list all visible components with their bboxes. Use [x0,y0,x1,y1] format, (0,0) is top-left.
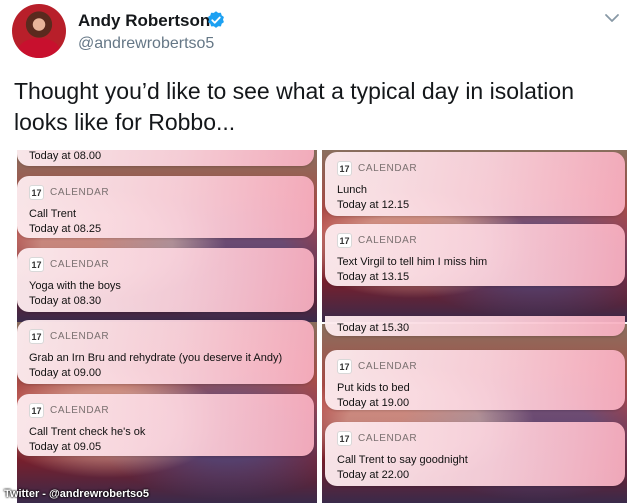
card-app-label: CALENDAR [358,163,418,174]
card-time: Today at 22.00 [337,469,410,481]
card-app-label: CALENDAR [50,331,110,342]
panel-divider-vertical [317,150,322,503]
notification-card: 17 CALENDAR Call Trent Today at 08.25 [17,176,314,238]
card-title: Call Trent check he's ok [29,426,146,438]
display-name[interactable]: Andy Robertson [78,11,210,31]
chevron-down-icon[interactable] [604,12,620,24]
card-title: Call Trent to say goodnight [337,454,468,466]
notification-card: 17 CALENDAR Grab an Irn Bru and rehydrate… [17,320,314,384]
notification-card: 17 CALENDAR Text Virgil to tell him I mis… [325,224,625,286]
calendar-icon: 17 [337,359,352,374]
card-time: Today at 08.30 [29,295,102,307]
card-app-label: CALENDAR [358,235,418,246]
notification-card: 17 CALENDAR Put kids to bed Today at 19.0… [325,350,625,410]
card-app-label: CALENDAR [358,433,418,444]
card-title: Lunch [337,184,367,196]
notification-card-partial: Today at 08.00 [17,150,314,166]
calendar-icon: 17 [337,161,352,176]
tweet-header: Andy Robertson @andrewrobertso5 [0,0,634,66]
user-handle[interactable]: @andrewrobertso5 [78,35,214,53]
card-title: Text Virgil to tell him I miss him [337,256,488,268]
calendar-icon: 17 [337,431,352,446]
verified-badge-icon [208,11,224,28]
notification-card: 17 CALENDAR Call Trent check he's ok Toda… [17,394,314,456]
calendar-icon: 17 [29,329,44,344]
tweet-text: Thought you’d like to see what a typical… [14,78,574,135]
card-time: Today at 08.00 [29,150,102,162]
tweet-media[interactable]: Today at 08.00 17 CALENDAR Call Trent Tod… [17,150,627,503]
card-app-label: CALENDAR [50,187,110,198]
image-watermark: Twitter - @andrewrobertso5 [4,488,149,500]
card-time: Today at 15.30 [337,322,410,334]
card-time: Today at 12.15 [337,199,410,211]
card-time: Today at 19.00 [337,397,410,409]
card-app-label: CALENDAR [50,405,110,416]
card-time: Today at 09.05 [29,441,102,453]
card-title: Call Trent [29,208,77,220]
notification-card: 17 CALENDAR Lunch Today at 12.15 [325,152,625,216]
card-time: Today at 08.25 [29,223,102,235]
card-title: Yoga with the boys [29,280,121,292]
card-title: Put kids to bed [337,382,410,394]
card-app-label: CALENDAR [50,259,110,270]
avatar[interactable] [12,4,66,58]
calendar-icon: 17 [29,403,44,418]
notification-card: 17 CALENDAR Yoga with the boys Today at 0… [17,248,314,312]
notification-card-partial: Today at 15.30 [325,316,625,336]
card-time: Today at 09.00 [29,367,102,379]
calendar-icon: 17 [29,257,44,272]
calendar-icon: 17 [337,233,352,248]
card-title: Grab an Irn Bru and rehydrate (you deser… [29,352,283,364]
calendar-icon: 17 [29,185,44,200]
card-app-label: CALENDAR [358,361,418,372]
notification-card: 17 CALENDAR Call Trent to say goodnight T… [325,422,625,486]
card-time: Today at 13.15 [337,271,410,283]
